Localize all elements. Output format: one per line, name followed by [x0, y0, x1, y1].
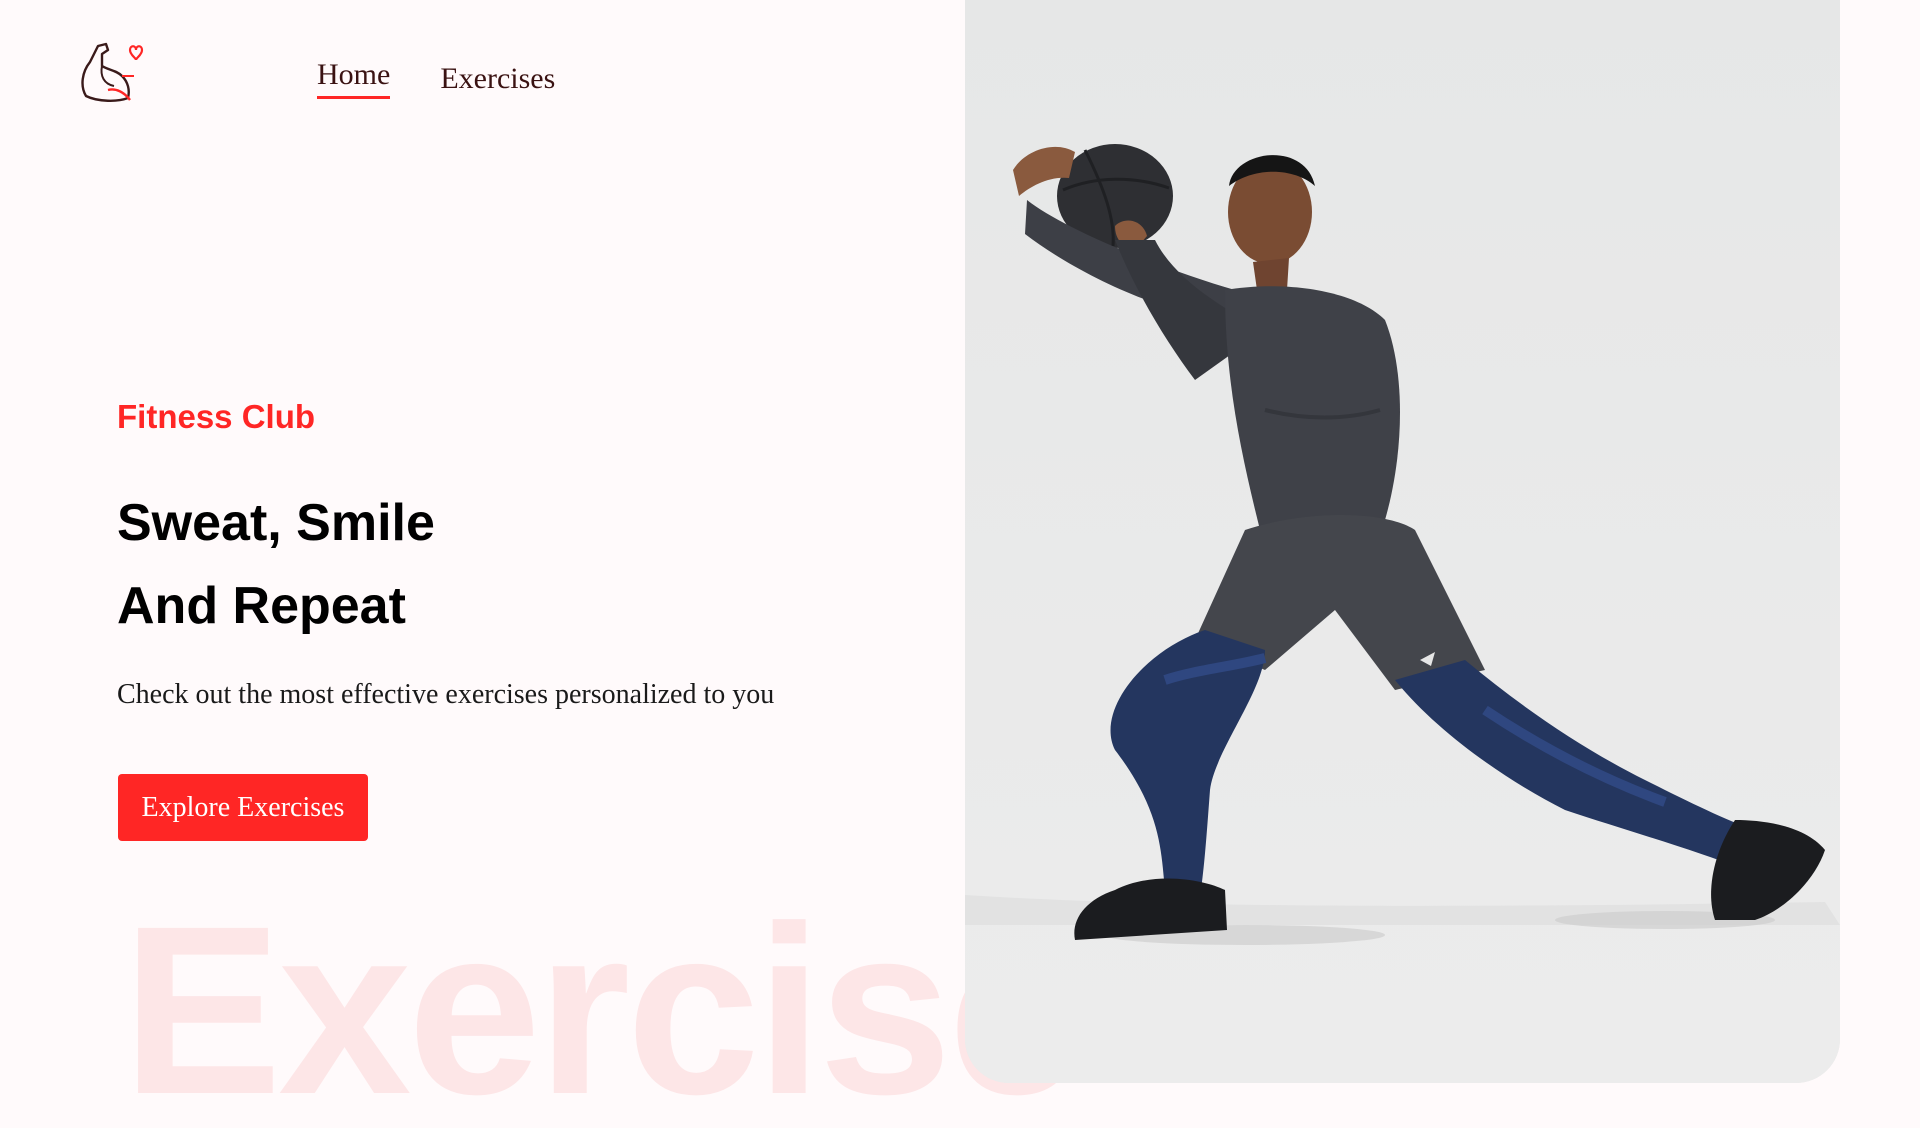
hero-eyebrow: Fitness Club: [117, 398, 316, 435]
flexing-arm-heart-icon: [81, 42, 144, 102]
hero-headline: Sweat, Smile And Repeat: [117, 482, 717, 648]
background-watermark: Exercise: [122, 876, 1082, 1128]
hero-headline-line-2: And Repeat: [117, 577, 406, 635]
logo[interactable]: [78, 36, 144, 106]
hero-banner-image: [965, 0, 1840, 1083]
nav-link-home[interactable]: Home: [317, 58, 391, 99]
nav-link-exercises[interactable]: Exercises: [440, 62, 555, 100]
explore-exercises-button[interactable]: Explore Exercises: [118, 774, 368, 841]
landing-page: Home Exercises Exercise Fitness Club Swe…: [0, 0, 1920, 1128]
hero-subtext: Check out the most effective exercises p…: [117, 679, 775, 710]
main-nav: Home Exercises: [317, 58, 555, 100]
hero-headline-line-1: Sweat, Smile: [117, 494, 435, 552]
athlete-illustration: [965, 0, 1840, 1083]
